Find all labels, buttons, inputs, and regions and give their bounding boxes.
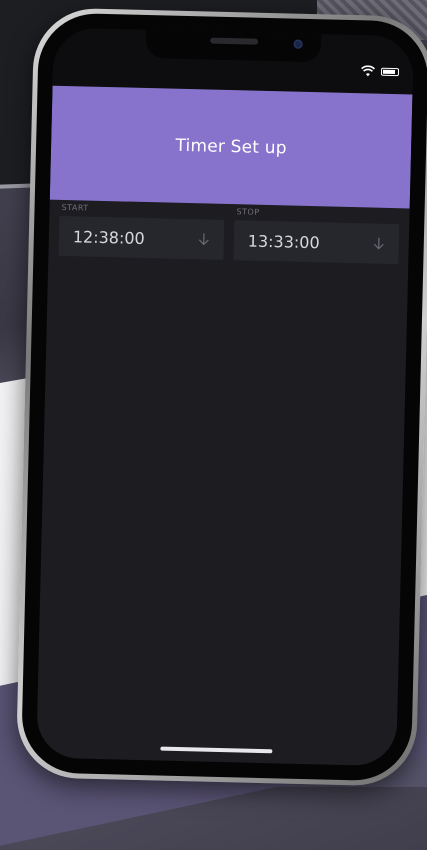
- start-time-select[interactable]: 12:38:00: [58, 215, 225, 260]
- speaker: [209, 37, 258, 45]
- page-title: Timer Set up: [175, 135, 287, 159]
- stop-time-value: 13:33:00: [247, 231, 320, 252]
- stop-field: STOP 13:33:00: [233, 204, 400, 265]
- stop-time-select[interactable]: 13:33:00: [233, 220, 400, 265]
- start-time-value: 12:38:00: [72, 226, 145, 248]
- app-header: Timer Set up: [49, 85, 413, 209]
- timer-fields: START 12:38:00 STOP 13:33:00: [58, 200, 400, 265]
- wifi-icon: [361, 65, 376, 77]
- app-screen: Timer Set up START 12:38:00 STOP 13:33:0…: [36, 27, 414, 767]
- status-icons: [361, 65, 400, 78]
- battery-icon: [380, 67, 400, 77]
- down-arrow-icon: [373, 237, 384, 250]
- home-indicator[interactable]: [160, 746, 273, 754]
- phone-mockup: Timer Set up START 12:38:00 STOP 13:33:0…: [15, 7, 427, 787]
- down-arrow-icon: [198, 233, 209, 246]
- status-bar: [52, 27, 414, 95]
- start-field: START 12:38:00: [58, 200, 225, 260]
